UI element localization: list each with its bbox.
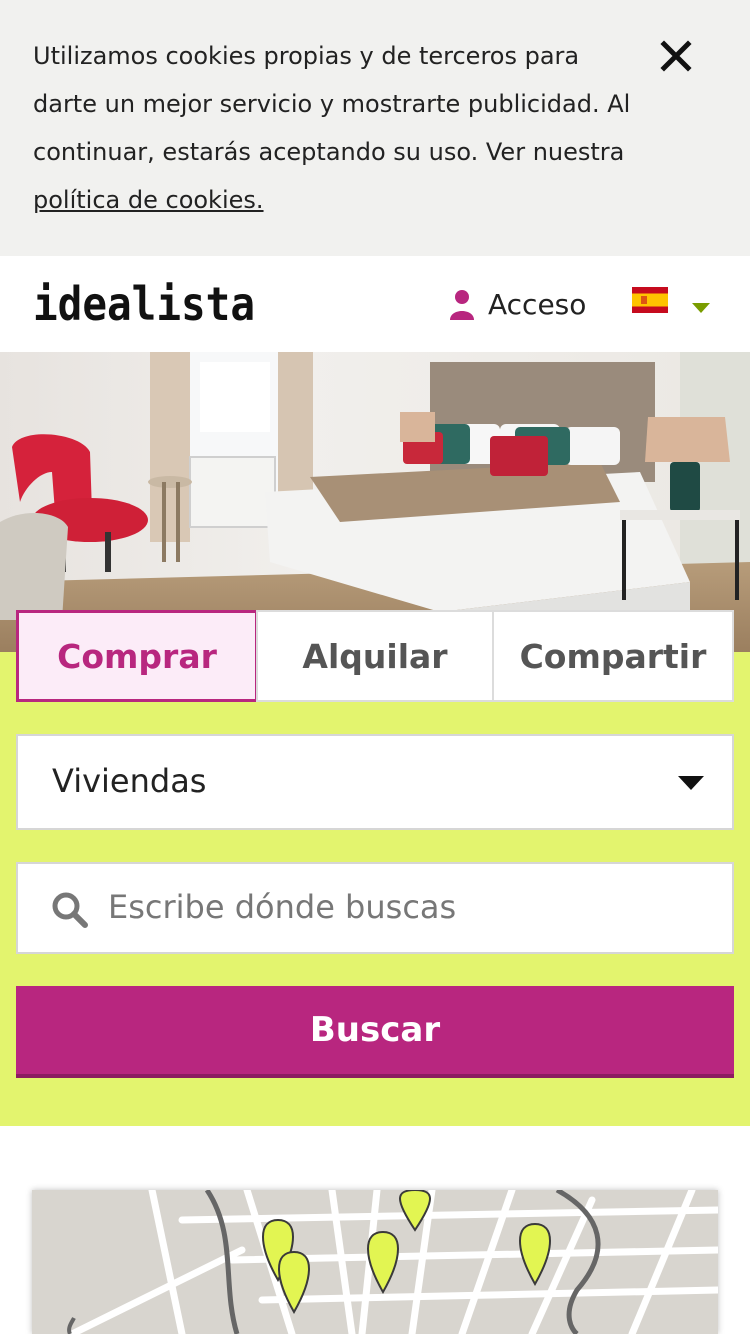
- chevron-down-icon: [692, 303, 710, 313]
- close-icon: [660, 40, 692, 72]
- language-selector[interactable]: [632, 287, 668, 313]
- cookie-message: Utilizamos cookies propias y de terceros…: [33, 42, 631, 166]
- location-search-placeholder: Escribe dónde buscas: [108, 888, 457, 926]
- cookie-text: Utilizamos cookies propias y de terceros…: [33, 32, 643, 224]
- spain-flag-icon: [632, 287, 668, 313]
- idealista-logo[interactable]: idealista: [33, 274, 258, 332]
- site-header: idealista Acceso: [0, 256, 750, 352]
- operation-tabs: Comprar Alquilar Compartir: [16, 610, 734, 702]
- map-illustration: [32, 1190, 718, 1334]
- user-icon: [450, 290, 474, 320]
- login-label: Acceso: [488, 287, 587, 321]
- search-icon: [52, 892, 88, 928]
- property-type-select[interactable]: Viviendas: [16, 734, 734, 830]
- tab-alquilar[interactable]: Alquilar: [256, 610, 494, 702]
- login-link[interactable]: Acceso: [448, 284, 586, 324]
- property-type-value: Viviendas: [52, 762, 207, 800]
- close-cookie-button[interactable]: [656, 36, 696, 76]
- language-dropdown-toggle[interactable]: [692, 300, 710, 313]
- bedroom-photo: [0, 352, 750, 652]
- map-preview[interactable]: [32, 1190, 718, 1334]
- hero-image: [0, 352, 750, 652]
- search-button-label: Buscar: [309, 1010, 441, 1050]
- chevron-down-icon: [678, 776, 704, 790]
- cookie-policy-link[interactable]: política de cookies.: [33, 186, 264, 214]
- search-button[interactable]: Buscar: [16, 986, 734, 1078]
- logo-text: idealista: [33, 277, 255, 328]
- cookie-banner: Utilizamos cookies propias y de terceros…: [0, 0, 750, 256]
- tab-comprar[interactable]: Comprar: [16, 610, 258, 702]
- location-search-input[interactable]: Escribe dónde buscas: [16, 862, 734, 954]
- tab-compartir[interactable]: Compartir: [492, 610, 734, 702]
- logo-mark: idealista: [33, 277, 255, 331]
